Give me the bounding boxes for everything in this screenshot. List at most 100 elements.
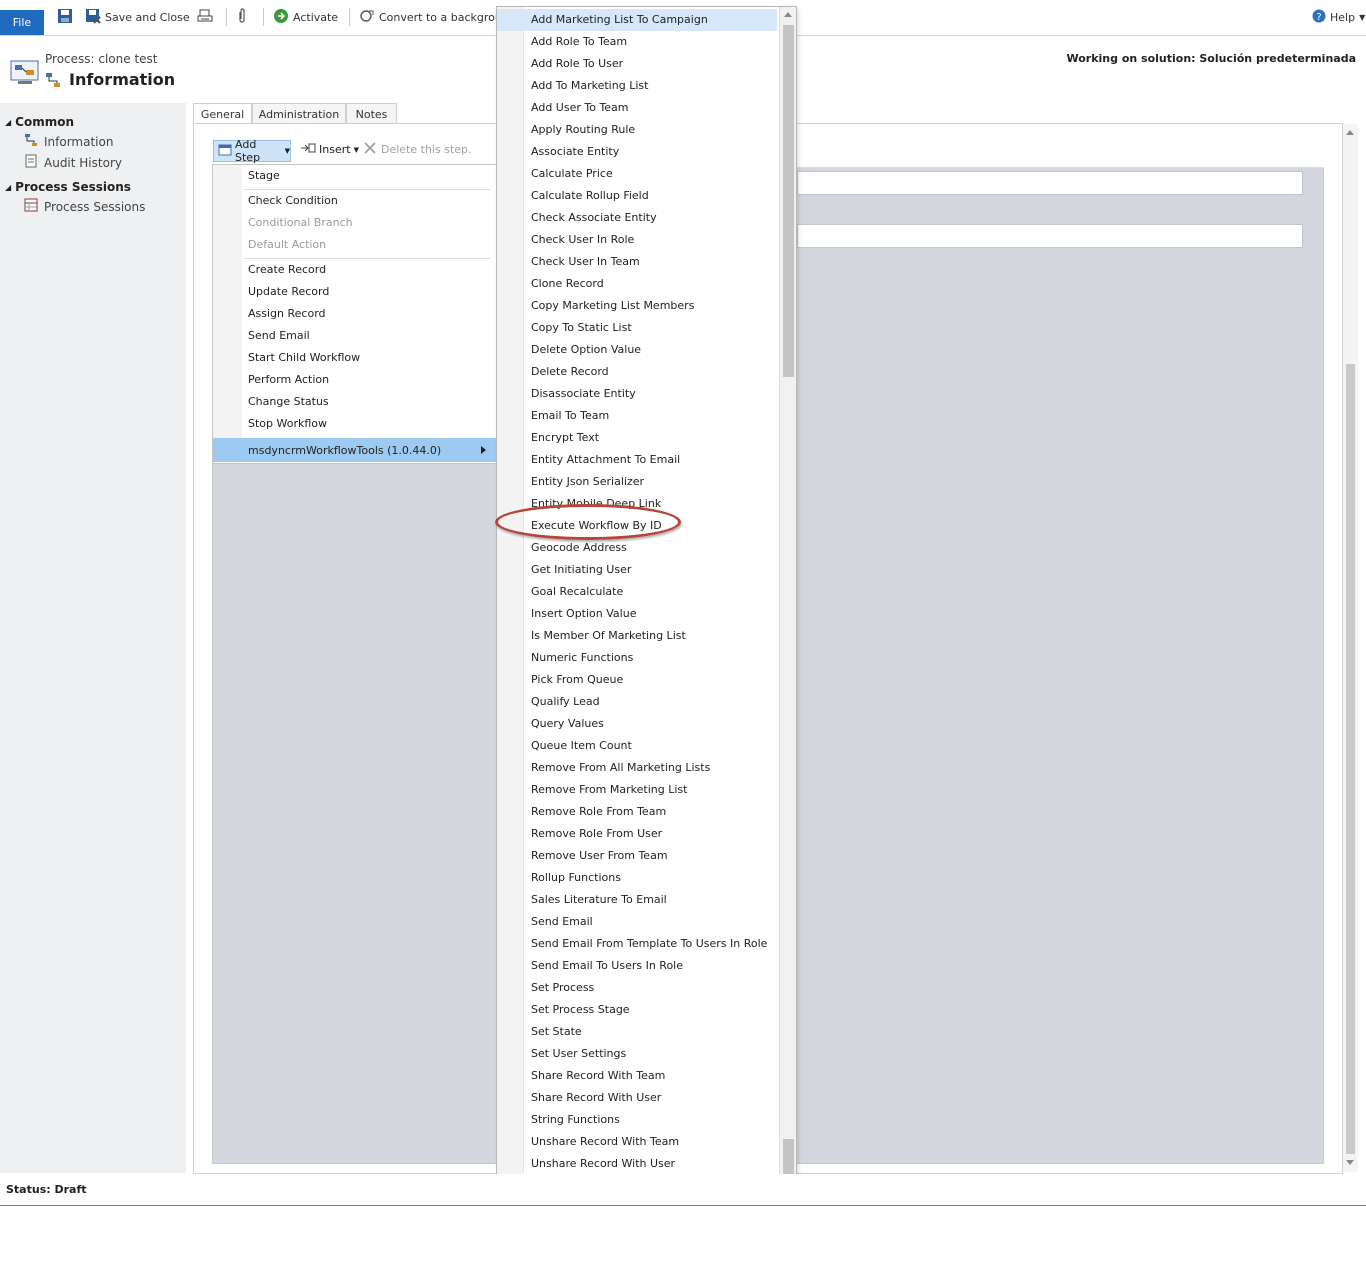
nav-item-information[interactable]: Information <box>24 133 113 150</box>
menu-item-create-record[interactable]: Create Record <box>248 263 326 276</box>
submenu-item[interactable]: Add Marketing List To Campaign <box>497 9 777 31</box>
submenu-item[interactable]: Entity Json Serializer <box>497 471 777 493</box>
submenu-item[interactable]: Send Email <box>497 911 777 933</box>
submenu-item[interactable]: Check Associate Entity <box>497 207 777 229</box>
submenu-item[interactable]: Unshare Record With Team <box>497 1131 777 1153</box>
submenu-item[interactable]: Disassociate Entity <box>497 383 777 405</box>
submenu-scrollbar[interactable] <box>779 7 796 1198</box>
scrollbar-thumb[interactable] <box>1346 364 1355 1154</box>
submenu-item[interactable]: Sales Literature To Email <box>497 889 777 911</box>
tab-administration[interactable]: Administration <box>252 103 346 124</box>
submenu-item[interactable]: Remove From All Marketing Lists <box>497 757 777 779</box>
submenu-item[interactable]: Calculate Rollup Field <box>497 185 777 207</box>
submenu-item[interactable]: Email To Team <box>497 405 777 427</box>
submenu-item[interactable]: Share Record With Team <box>497 1065 777 1087</box>
menu-item-check-condition[interactable]: Check Condition <box>248 194 338 207</box>
menu-item-perform-action[interactable]: Perform Action <box>248 373 329 386</box>
submenu-item[interactable]: Queue Item Count <box>497 735 777 757</box>
submenu-item[interactable]: Insert Option Value <box>497 603 777 625</box>
step-description-field[interactable] <box>797 171 1303 195</box>
submenu-item[interactable]: Get Initiating User <box>497 559 777 581</box>
submenu-item[interactable]: Set User Settings <box>497 1043 777 1065</box>
scroll-up-icon[interactable] <box>1346 130 1354 135</box>
menu-item-start-child-workflow[interactable]: Start Child Workflow <box>248 351 360 364</box>
menu-item-send-email[interactable]: Send Email <box>248 329 310 342</box>
page-scrollbar[interactable] <box>1343 124 1358 1172</box>
nav-group-process-sessions[interactable]: ◢ Process Sessions <box>5 180 131 194</box>
convert-button[interactable]: Convert to a backgroun <box>359 7 509 27</box>
file-button[interactable]: File <box>0 10 44 35</box>
menu-item-update-record[interactable]: Update Record <box>248 285 329 298</box>
submenu-item[interactable]: Copy To Static List <box>497 317 777 339</box>
step-name-field[interactable] <box>797 224 1303 248</box>
nav-group-common[interactable]: ◢ Common <box>5 115 74 129</box>
submenu-item[interactable]: Calculate Price <box>497 163 777 185</box>
submenu-item[interactable]: Geocode Address <box>497 537 777 559</box>
save-button[interactable] <box>57 7 73 27</box>
submenu-item[interactable]: String Functions <box>497 1109 777 1131</box>
submenu-item[interactable]: Remove User From Team <box>497 845 777 867</box>
submenu-item[interactable]: Add Role To User <box>497 53 777 75</box>
submenu-item[interactable]: Set Process Stage <box>497 999 777 1021</box>
submenu-item[interactable]: Rollup Functions <box>497 867 777 889</box>
nav-item-process-sessions[interactable]: Process Sessions <box>24 198 145 215</box>
menu-item-stop-workflow[interactable]: Stop Workflow <box>248 417 327 430</box>
menu-item-workflow-tools[interactable]: msdyncrmWorkflowTools (1.0.44.0) <box>213 438 496 462</box>
menu-item-default-action: Default Action <box>248 238 327 251</box>
tab-notes[interactable]: Notes <box>346 103 397 124</box>
submenu-item[interactable]: Goal Recalculate <box>497 581 777 603</box>
submenu-item[interactable]: Set State <box>497 1021 777 1043</box>
attach-button[interactable] <box>236 7 248 27</box>
help-button[interactable]: ? Help ▼ <box>1312 7 1365 27</box>
help-label: Help <box>1330 10 1356 24</box>
scroll-down-icon[interactable] <box>1346 1160 1354 1165</box>
submenu-item[interactable]: Set Process <box>497 977 777 999</box>
print-button[interactable] <box>197 7 213 27</box>
chevron-down-icon: ▼ <box>284 147 290 155</box>
submenu-item[interactable]: Copy Marketing List Members <box>497 295 777 317</box>
chevron-down-icon: ▼ <box>353 145 359 154</box>
toolbar-separator <box>349 8 350 26</box>
activate-button[interactable]: Activate <box>273 7 338 27</box>
submenu-item[interactable]: Query Values <box>497 713 777 735</box>
submenu-item[interactable]: Remove Role From User <box>497 823 777 845</box>
submenu-item[interactable]: Pick From Queue <box>497 669 777 691</box>
nav-item-audit-history[interactable]: Audit History <box>24 154 122 171</box>
scroll-up-icon[interactable] <box>784 12 792 17</box>
tab-general[interactable]: General <box>193 103 252 124</box>
submenu-item[interactable]: Send Email From Template To Users In Rol… <box>497 933 777 955</box>
scrollbar-thumb[interactable] <box>783 25 794 377</box>
flow-icon <box>24 133 38 150</box>
delete-step-button[interactable]: Delete this step. <box>364 142 472 157</box>
submenu-item[interactable]: Associate Entity <box>497 141 777 163</box>
submenu-item[interactable]: Encrypt Text <box>497 427 777 449</box>
submenu-item[interactable]: Add User To Team <box>497 97 777 119</box>
toolbar-separator <box>226 8 227 26</box>
submenu-item[interactable]: Delete Option Value <box>497 339 777 361</box>
submenu-item[interactable]: Check User In Role <box>497 229 777 251</box>
menu-item-change-status[interactable]: Change Status <box>248 395 329 408</box>
add-step-button[interactable]: Add Step ▼ <box>213 138 291 164</box>
submenu-item[interactable]: Check User In Team <box>497 251 777 273</box>
submenu-item[interactable]: Remove From Marketing List <box>497 779 777 801</box>
submenu-item[interactable]: Share Record With User <box>497 1087 777 1109</box>
submenu-item[interactable]: Is Member Of Marketing List <box>497 625 777 647</box>
submenu-item[interactable]: Entity Attachment To Email <box>497 449 777 471</box>
status-text: Status: Draft <box>6 1183 87 1196</box>
save-and-close-button[interactable]: Save and Close <box>85 7 190 27</box>
submenu-item[interactable]: Clone Record <box>497 273 777 295</box>
submenu-item[interactable]: Add Role To Team <box>497 31 777 53</box>
submenu-item[interactable]: Qualify Lead <box>497 691 777 713</box>
save-and-close-label: Save and Close <box>105 10 190 24</box>
insert-button[interactable]: Insert ▼ <box>300 142 359 157</box>
submenu-item[interactable]: Apply Routing Rule <box>497 119 777 141</box>
submenu-item[interactable]: Delete Record <box>497 361 777 383</box>
submenu-item[interactable]: Send Email To Users In Role <box>497 955 777 977</box>
submenu-item[interactable]: Remove Role From Team <box>497 801 777 823</box>
menu-item-assign-record[interactable]: Assign Record <box>248 307 326 320</box>
menu-item-stage[interactable]: Stage <box>248 169 280 182</box>
submenu-item[interactable]: Unshare Record With User <box>497 1153 777 1175</box>
submenu-arrow-icon <box>481 446 486 454</box>
submenu-item[interactable]: Numeric Functions <box>497 647 777 669</box>
submenu-item[interactable]: Add To Marketing List <box>497 75 777 97</box>
